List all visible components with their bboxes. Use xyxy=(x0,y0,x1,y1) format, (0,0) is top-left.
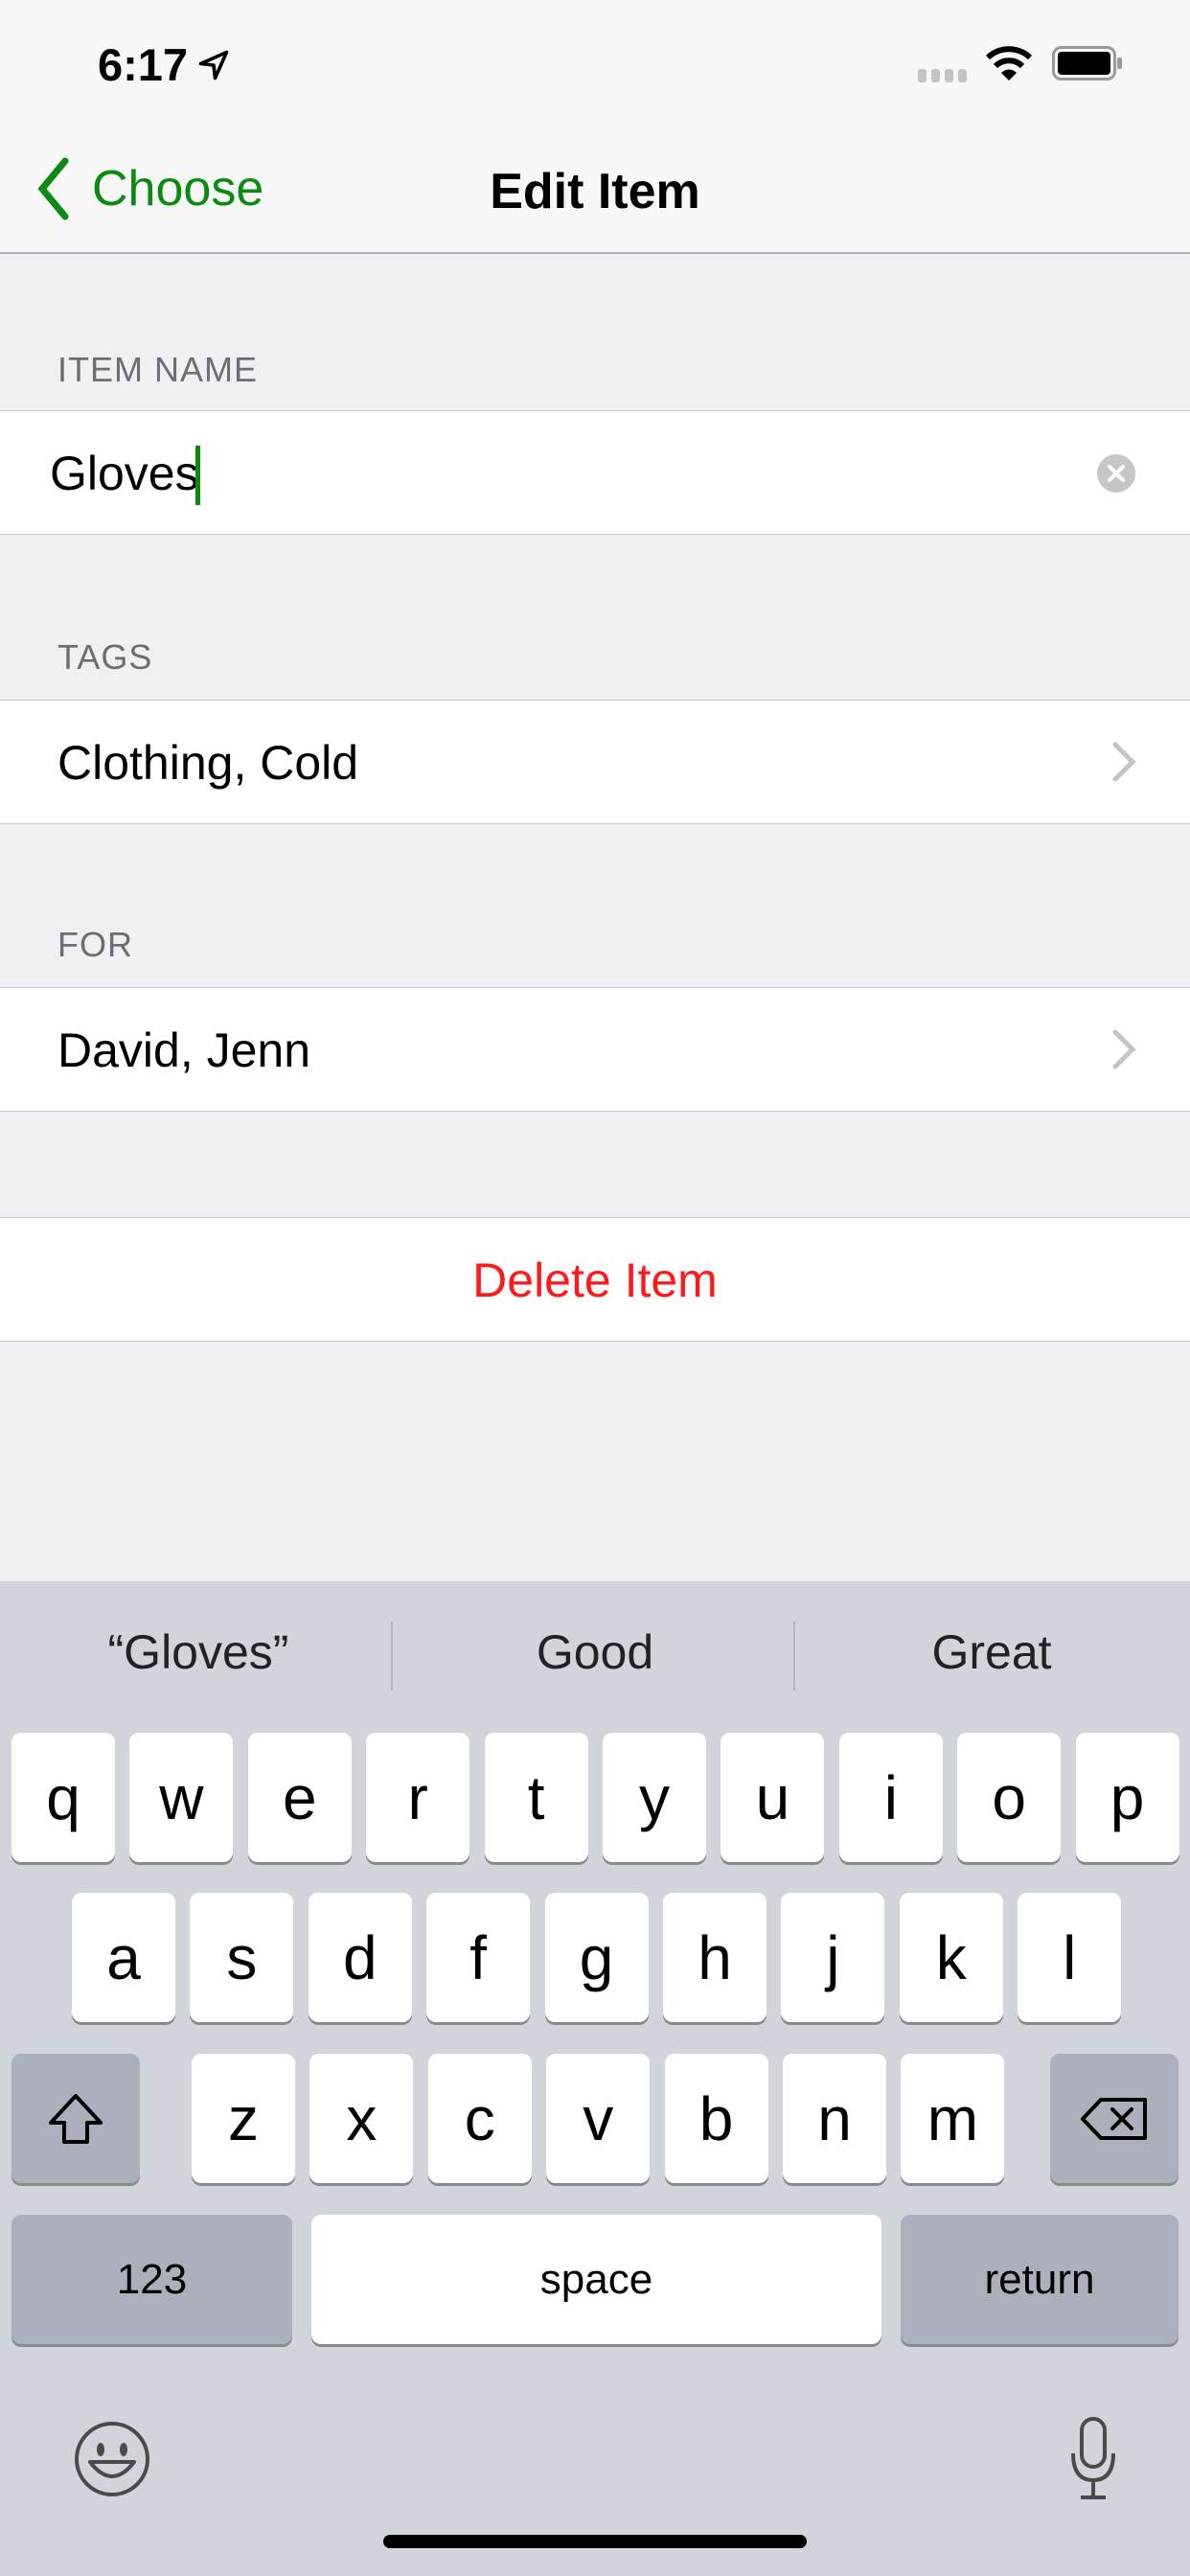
key-g[interactable]: g xyxy=(544,1893,649,2022)
text-cursor xyxy=(195,446,200,505)
wifi-icon xyxy=(985,46,1033,80)
key-n[interactable]: n xyxy=(783,2054,886,2183)
key-i[interactable]: i xyxy=(838,1733,943,1862)
item-name-input[interactable]: Gloves xyxy=(50,446,199,501)
clear-text-icon[interactable] xyxy=(1096,453,1136,494)
key-f[interactable]: f xyxy=(426,1893,531,2022)
space-key[interactable]: space xyxy=(311,2215,881,2344)
key-k[interactable]: k xyxy=(899,1893,1003,2022)
key-d[interactable]: d xyxy=(308,1893,412,2022)
key-s[interactable]: s xyxy=(190,1893,294,2022)
shift-key[interactable] xyxy=(11,2054,140,2183)
key-b[interactable]: b xyxy=(664,2054,768,2183)
key-p[interactable]: p xyxy=(1075,1733,1179,1862)
chevron-right-icon xyxy=(1112,742,1136,782)
page-title: Edit Item xyxy=(490,164,700,219)
cellular-signal-icon xyxy=(918,69,967,82)
emoji-icon[interactable] xyxy=(73,2420,151,2498)
delete-item-label: Delete Item xyxy=(472,1254,718,1307)
section-header-tags: TAGS xyxy=(57,637,153,677)
location-arrow-icon xyxy=(198,50,229,80)
item-name-field[interactable]: Gloves xyxy=(0,410,1190,535)
suggestion-1[interactable]: “Gloves” xyxy=(0,1624,397,1680)
key-j[interactable]: j xyxy=(781,1893,885,2022)
return-key[interactable]: return xyxy=(901,2215,1179,2344)
keyboard: “Gloves” Good Great qwertyuiop asdfghjkl z… xyxy=(0,1581,1190,2576)
home-indicator xyxy=(383,2535,807,2548)
key-q[interactable]: q xyxy=(11,1733,115,1862)
section-header-for: FOR xyxy=(57,925,133,964)
key-v[interactable]: v xyxy=(546,2054,651,2183)
for-row[interactable]: David, Jenn xyxy=(0,987,1190,1112)
key-y[interactable]: y xyxy=(603,1733,706,1862)
shift-icon xyxy=(49,2093,103,2144)
key-t[interactable]: t xyxy=(484,1733,588,1862)
backspace-icon xyxy=(1081,2097,1147,2140)
key-x[interactable]: x xyxy=(309,2054,414,2183)
key-w[interactable]: w xyxy=(129,1733,234,1862)
section-header-item-name: ITEM NAME xyxy=(57,350,259,389)
tags-value: Clothing, Cold xyxy=(57,736,359,790)
delete-item-button[interactable]: Delete Item xyxy=(0,1217,1190,1342)
key-r[interactable]: r xyxy=(366,1733,470,1862)
suggestion-divider xyxy=(391,1622,393,1690)
status-time: 6:17 xyxy=(98,39,189,90)
key-l[interactable]: l xyxy=(1018,1893,1122,2022)
status-bar: 6:17 xyxy=(0,0,1190,134)
navigation-bar: Choose Edit Item xyxy=(0,134,1190,254)
key-h[interactable]: h xyxy=(663,1893,767,2022)
key-u[interactable]: u xyxy=(721,1733,825,1862)
key-m[interactable]: m xyxy=(901,2054,1005,2183)
for-value: David, Jenn xyxy=(57,1024,311,1077)
key-o[interactable]: o xyxy=(957,1733,1062,1862)
numbers-key[interactable]: 123 xyxy=(11,2215,292,2344)
battery-icon xyxy=(1052,46,1122,80)
key-z[interactable]: z xyxy=(192,2054,295,2183)
key-a[interactable]: a xyxy=(72,1893,175,2022)
microphone-icon[interactable] xyxy=(1069,2415,1117,2503)
suggestion-3[interactable]: Great xyxy=(793,1624,1190,1680)
key-e[interactable]: e xyxy=(247,1733,352,1862)
tags-row[interactable]: Clothing, Cold xyxy=(0,700,1190,824)
backspace-key[interactable] xyxy=(1050,2054,1179,2183)
suggestion-2[interactable]: Good xyxy=(397,1624,793,1680)
chevron-right-icon xyxy=(1112,1029,1136,1070)
key-c[interactable]: c xyxy=(427,2054,532,2183)
